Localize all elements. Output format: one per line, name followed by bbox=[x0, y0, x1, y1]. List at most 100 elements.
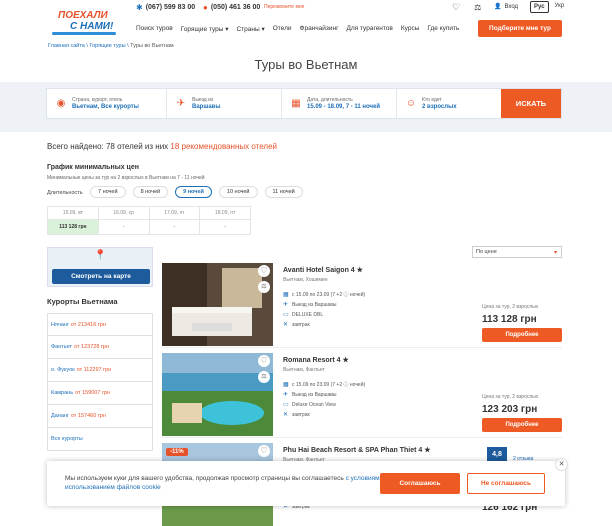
calendar-icon: ▦ bbox=[291, 98, 301, 109]
hotel-image[interactable] bbox=[162, 263, 273, 346]
breadcrumb: Главная сайта \ Горящие туры \ Туры во В… bbox=[48, 43, 174, 49]
calendar-icon: ▦ bbox=[283, 292, 289, 298]
close-icon[interactable]: ✕ bbox=[555, 458, 568, 471]
compass-icon: ◉ bbox=[56, 98, 66, 109]
resort-item[interactable]: Камрань от 159007 грн bbox=[47, 382, 153, 405]
map-pin-icon: 📍 bbox=[94, 250, 107, 261]
hotel-card: ♡ ⚖ Romana Resort 4 ★ Вьетнам, Фантьет ▦… bbox=[162, 353, 562, 438]
hotel-name[interactable]: Avanti Hotel Saigon 4 ★ bbox=[283, 266, 363, 274]
search-button[interactable]: ИСКАТЬ bbox=[501, 89, 561, 118]
logo[interactable]: ПОЕХАЛИ С НАМИ! bbox=[48, 6, 124, 36]
callback-link[interactable]: Перезвоните мне bbox=[264, 4, 304, 10]
duration-10[interactable]: 10 ночей bbox=[218, 186, 258, 198]
duration-8[interactable]: 8 ночей bbox=[132, 186, 169, 198]
plane-icon: ✈ bbox=[176, 98, 186, 109]
crumb-home[interactable]: Главная сайта bbox=[48, 43, 85, 49]
sort-select[interactable]: По цене ▾ bbox=[472, 246, 562, 258]
hotel-name[interactable]: Phu Hai Beach Resort & SPA Phan Thiet 4 … bbox=[283, 446, 430, 454]
map-preview: 📍 Смотреть на карте bbox=[47, 247, 153, 287]
user-icon: 👤 bbox=[494, 4, 502, 10]
meal-icon: ✕ bbox=[283, 412, 289, 418]
calendar-icon: ▦ bbox=[283, 382, 289, 388]
language-switch: Рус Укр bbox=[530, 1, 567, 13]
resorts-list: Нячанг от 213416 грн Фантьет от 123728 грн… bbox=[47, 313, 153, 451]
heart-icon[interactable]: ♡ bbox=[258, 265, 270, 277]
heart-icon[interactable]: ♡ bbox=[258, 355, 270, 367]
hotel-card: ♡ ⚖ Avanti Hotel Saigon 4 ★ Вьетнам, Хош… bbox=[162, 263, 562, 348]
meal-icon: ✕ bbox=[283, 322, 289, 328]
nav-hot-tours[interactable]: Горящие туры ▾ bbox=[181, 25, 229, 33]
nav-hotels[interactable]: Отели bbox=[273, 25, 292, 33]
cookie-banner: Мы используем куки для вашего удобства, … bbox=[47, 458, 568, 506]
plane-icon: ✈ bbox=[283, 392, 289, 398]
results-count: Всего найдено: 78 отелей из них 18 реком… bbox=[47, 142, 277, 151]
resort-item[interactable]: Фантьет от 123728 грн bbox=[47, 336, 153, 359]
show-map-button[interactable]: Смотреть на карте bbox=[52, 269, 150, 284]
nav-agents[interactable]: Для турагентов bbox=[346, 25, 392, 33]
price-dates-row: 15.09, вт 16.09, ср 17.09, чт 18.09, пт bbox=[48, 207, 250, 219]
logo-line1: ПОЕХАЛИ bbox=[58, 10, 108, 21]
pick-tour-button[interactable]: Подберите мне тур bbox=[478, 20, 562, 37]
hotel-room: ▭ DELUXE DBL bbox=[283, 311, 324, 319]
price-cell: - bbox=[200, 219, 250, 234]
resorts-title: Курорты Вьетнама bbox=[47, 297, 118, 306]
price-table: 15.09, вт 16.09, ср 17.09, чт 18.09, пт … bbox=[47, 206, 251, 235]
logo-line2: С НАМИ! bbox=[70, 21, 114, 32]
login-link[interactable]: 👤 Вход bbox=[494, 3, 518, 11]
destination-field[interactable]: ◉ Страна, курорт, отель Вьетнам, Все куро… bbox=[47, 89, 167, 118]
heart-icon[interactable]: ♡ bbox=[258, 445, 270, 457]
cookie-disagree-button[interactable]: Не соглашаюсь bbox=[467, 473, 545, 494]
hotel-meal: ✕ завтрак bbox=[283, 321, 310, 329]
resort-item[interactable]: Дананг от 157460 грн bbox=[47, 405, 153, 428]
recommended-link[interactable]: 18 рекомендованных отелей bbox=[170, 142, 277, 151]
hotel-image[interactable] bbox=[162, 353, 273, 436]
lang-ua[interactable]: Укр bbox=[552, 1, 568, 13]
compare-icon[interactable]: ⚖ bbox=[258, 371, 270, 383]
nav-search-tours[interactable]: Поиск туров bbox=[136, 25, 173, 33]
travelers-field[interactable]: ☺ Кто едет 2 взрослых bbox=[397, 89, 501, 118]
price-label: Цена за тур, 2 взрослых bbox=[482, 304, 539, 310]
bed-icon: ▭ bbox=[283, 402, 289, 408]
chevron-down-icon: ▾ bbox=[553, 250, 557, 256]
price-cell: - bbox=[149, 219, 201, 234]
site-header: ПОЕХАЛИ С НАМИ! ✱ (067) 599 83 00 ● (050… bbox=[0, 0, 612, 40]
duration-9[interactable]: 9 ночей bbox=[175, 186, 212, 198]
duration-7[interactable]: 7 ночей bbox=[90, 186, 126, 198]
lang-ru[interactable]: Рус bbox=[530, 1, 549, 13]
hotel-price: 113 128 грн bbox=[482, 314, 537, 325]
nav-countries[interactable]: Страны ▾ bbox=[236, 25, 264, 33]
hotel-departure: ✈ Выезд из Варшавы bbox=[283, 301, 337, 309]
phone-vodafone[interactable]: ● (050) 461 36 00 bbox=[203, 3, 260, 12]
details-button[interactable]: Подробнее bbox=[482, 328, 562, 342]
travelers-icon: ☺ bbox=[405, 98, 417, 109]
compare-icon[interactable]: ⚖ bbox=[474, 3, 481, 12]
discount-badge: -11% bbox=[166, 448, 188, 456]
details-button[interactable]: Подробнее bbox=[482, 418, 562, 432]
compare-icon[interactable]: ⚖ bbox=[258, 281, 270, 293]
nav-where-buy[interactable]: Где купить bbox=[427, 25, 459, 33]
resort-item[interactable]: о. Фукуок от 112297 грн bbox=[47, 359, 153, 382]
crumb-hot[interactable]: Горящие туры bbox=[89, 43, 125, 49]
duration-options: 7 ночей 8 ночей 9 ночей 10 ночей 11 ноче… bbox=[90, 186, 303, 198]
crumb-current: Туры во Вьетнам bbox=[130, 43, 174, 49]
hotel-meal: ✕ завтрак bbox=[283, 411, 310, 419]
hotel-dates: ▦ с 15.09 по 23.09 (7 +2 ⓘ ночей) bbox=[283, 382, 366, 388]
heart-icon[interactable]: ♡ bbox=[452, 2, 460, 13]
departure-field[interactable]: ✈ Выезд из Варшавы bbox=[167, 89, 282, 118]
cookie-agree-button[interactable]: Соглашаюсь bbox=[380, 473, 460, 494]
phone-kyivstar[interactable]: ✱ (067) 599 83 00 bbox=[136, 3, 195, 12]
price-cell[interactable]: 113 128 грн bbox=[48, 219, 99, 234]
hotel-room: ▭ Deluxe Ocean View bbox=[283, 401, 336, 409]
duration-11[interactable]: 11 ночей bbox=[264, 186, 303, 198]
search-form: ◉ Страна, курорт, отель Вьетнам, Все куро… bbox=[46, 88, 562, 119]
hotel-departure: ✈ Выезд из Варшавы bbox=[283, 391, 337, 399]
resort-item[interactable]: Нячанг от 213416 грн bbox=[47, 313, 153, 336]
price-values-row: 113 128 грн - - - bbox=[48, 219, 250, 234]
header-icons: ♡ ⚖ bbox=[452, 2, 481, 13]
nav-franchise[interactable]: Франчайзинг bbox=[300, 25, 339, 33]
resort-item-all[interactable]: Все курорты bbox=[47, 428, 153, 451]
hotel-name[interactable]: Romana Resort 4 ★ bbox=[283, 356, 349, 364]
hotel-location: Вьетнам, Фантьет bbox=[283, 367, 325, 373]
nav-courses[interactable]: Курсы bbox=[401, 25, 420, 33]
dates-field[interactable]: ▦ Дата, длительность 15.09 - 18.09, 7 - 1… bbox=[282, 89, 397, 118]
